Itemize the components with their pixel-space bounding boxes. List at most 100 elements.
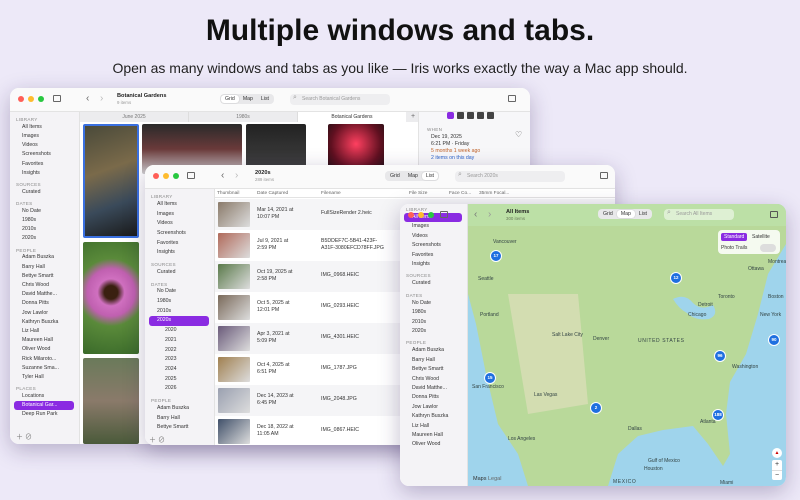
sidebar-item[interactable]: All Items — [157, 201, 177, 207]
sidebar-item[interactable]: Jow Lawlor — [412, 404, 438, 410]
sidebar-item[interactable]: Screenshots — [412, 242, 441, 248]
sidebar-item[interactable]: 2023 — [165, 356, 177, 362]
sidebar-item[interactable]: Adam Buszka — [22, 254, 54, 260]
minimize-dot[interactable] — [163, 173, 169, 179]
zoom-dot[interactable] — [38, 96, 44, 102]
sidebar-item[interactable]: Kathryn Buszka — [22, 319, 58, 325]
window-controls[interactable] — [18, 96, 44, 102]
thumbnail[interactable] — [218, 419, 250, 444]
close-dot[interactable] — [18, 96, 24, 102]
sidebar-item[interactable]: Images — [157, 211, 174, 217]
thumbnail[interactable] — [218, 388, 250, 413]
view-list[interactable]: List — [635, 210, 651, 218]
legal-link[interactable]: Legal — [488, 476, 501, 482]
sidebar-toggle-icon[interactable] — [187, 172, 195, 179]
photo-cluster-marker[interactable]: 17 — [490, 250, 502, 262]
photo-thumb[interactable] — [83, 242, 139, 354]
view-segment[interactable]: Grid Map List — [220, 94, 274, 104]
sidebar-item[interactable]: 2010s — [412, 319, 426, 325]
inspector-tab-icon[interactable] — [487, 112, 494, 119]
sidebar-item[interactable]: Liz Hall — [22, 328, 39, 334]
sidebar-item[interactable]: Insights — [157, 249, 175, 255]
sidebar-item[interactable]: Donna Pitts — [412, 394, 439, 400]
thumbnail[interactable] — [218, 202, 250, 227]
sidebar-item[interactable]: 2025 — [165, 376, 177, 382]
inspector-tab-icon[interactable] — [457, 112, 464, 119]
sidebar-item[interactable]: 2010s — [22, 226, 36, 232]
photo-thumb[interactable] — [83, 124, 139, 238]
sidebar-item[interactable]: Bettye Smartt — [412, 366, 443, 372]
view-map[interactable]: Map — [239, 95, 257, 103]
inspector-tabs[interactable] — [447, 112, 494, 119]
sidebar-item[interactable]: Images — [22, 133, 39, 139]
minimize-dot[interactable] — [418, 212, 424, 218]
view-segment[interactable]: Grid Map List — [598, 209, 652, 219]
view-map[interactable]: Map — [616, 210, 635, 218]
sidebar-item[interactable]: 2022 — [165, 347, 177, 353]
thumbnail[interactable] — [218, 264, 250, 289]
col-thumbnail[interactable]: Thumbnail — [217, 191, 239, 196]
photo-trails-toggle[interactable] — [760, 244, 776, 252]
sidebar-item[interactable]: 2021 — [165, 337, 177, 343]
sidebar-item[interactable]: Maureen Hall — [412, 432, 443, 438]
back-icon[interactable]: ‹ — [86, 93, 89, 104]
view-grid[interactable]: Grid — [599, 210, 617, 218]
search-input[interactable]: Search Botanical Gardens — [290, 94, 390, 105]
sidebar-item[interactable]: 2020s — [412, 328, 426, 334]
thumbnail[interactable] — [218, 357, 250, 382]
sidebar-item[interactable]: Videos — [157, 220, 173, 226]
tab-june-2025[interactable]: June 2025 — [80, 112, 189, 122]
sidebar-item[interactable]: Videos — [412, 233, 428, 239]
view-grid[interactable]: Grid — [221, 95, 239, 103]
sidebar-item[interactable]: Botanical Gar... — [22, 402, 57, 408]
sidebar-item[interactable]: David Matthe... — [412, 385, 447, 391]
sidebar-item[interactable]: 2020 — [165, 327, 177, 333]
view-map[interactable]: Map — [404, 172, 422, 180]
sidebar-item[interactable]: Barry Hall — [157, 415, 180, 421]
sidebar-item[interactable]: Barry Hall — [412, 357, 435, 363]
sidebar-item[interactable]: Donna Pitts — [22, 300, 49, 306]
sidebar-item[interactable]: Bettye Smartt — [157, 424, 188, 430]
sidebar-item[interactable]: Bettye Smartt — [22, 273, 53, 279]
photo-cluster-marker[interactable]: 12 — [670, 272, 682, 284]
inspector-toggle-icon[interactable] — [508, 95, 516, 102]
photo-cluster-marker[interactable]: 90 — [768, 334, 780, 346]
thumbnail[interactable] — [218, 295, 250, 320]
thumbnail[interactable] — [218, 233, 250, 258]
back-icon[interactable]: ‹ — [474, 209, 477, 220]
photo-cluster-marker[interactable]: 2 — [590, 402, 602, 414]
view-segment[interactable]: Grid Map List — [385, 171, 439, 181]
col-faces[interactable]: Face Co... — [449, 191, 471, 196]
sidebar-item[interactable]: Chris Wood — [412, 376, 439, 382]
sidebar-item[interactable]: Deep Run Park — [22, 411, 57, 417]
inspector-tab-icon[interactable] — [467, 112, 474, 119]
maps-attribution[interactable]: Maps Legal — [473, 476, 501, 482]
sidebar-item[interactable]: Barry Hall — [22, 264, 45, 270]
map-view[interactable]: ‹ › All Items 300 items GridMapList Sear… — [468, 204, 786, 486]
sidebar-item[interactable]: Favorites — [157, 240, 178, 246]
sidebar-item[interactable]: Images — [412, 223, 429, 229]
sidebar-item[interactable]: Favorites — [22, 161, 43, 167]
compass-icon[interactable]: ▲ — [772, 448, 782, 458]
sidebar-item[interactable]: 2020s — [157, 317, 171, 323]
sidebar-item[interactable]: 2026 — [165, 385, 177, 391]
sidebar-item[interactable]: 2024 — [165, 366, 177, 372]
photo-cluster-marker[interactable]: 15 — [484, 372, 496, 384]
inspector-info-icon[interactable] — [447, 112, 454, 119]
view-list[interactable]: List — [257, 95, 273, 103]
sidebar-item[interactable]: 1980s — [157, 298, 171, 304]
sidebar-item[interactable]: Videos — [22, 142, 38, 148]
sidebar-item[interactable]: 2010s — [157, 308, 171, 314]
sidebar-item[interactable]: Curated — [22, 189, 40, 195]
sidebar-item[interactable]: Favorites — [412, 252, 433, 258]
sidebar-item[interactable]: Jow Lawlor — [22, 310, 48, 316]
sidebar-item[interactable]: No Date — [412, 300, 431, 306]
sidebar-item[interactable]: 1980s — [22, 217, 36, 223]
same-day-link[interactable]: 2 items on this day — [431, 155, 474, 161]
sidebar-item[interactable]: Adam Buszka — [412, 347, 444, 353]
inspector-toggle-icon[interactable] — [600, 172, 608, 179]
back-icon[interactable]: ‹ — [221, 170, 224, 181]
heart-icon[interactable]: ♡ — [515, 130, 522, 139]
photo-cluster-marker[interactable]: 188 — [712, 409, 724, 421]
sidebar-item[interactable]: Liz Hall — [412, 423, 429, 429]
